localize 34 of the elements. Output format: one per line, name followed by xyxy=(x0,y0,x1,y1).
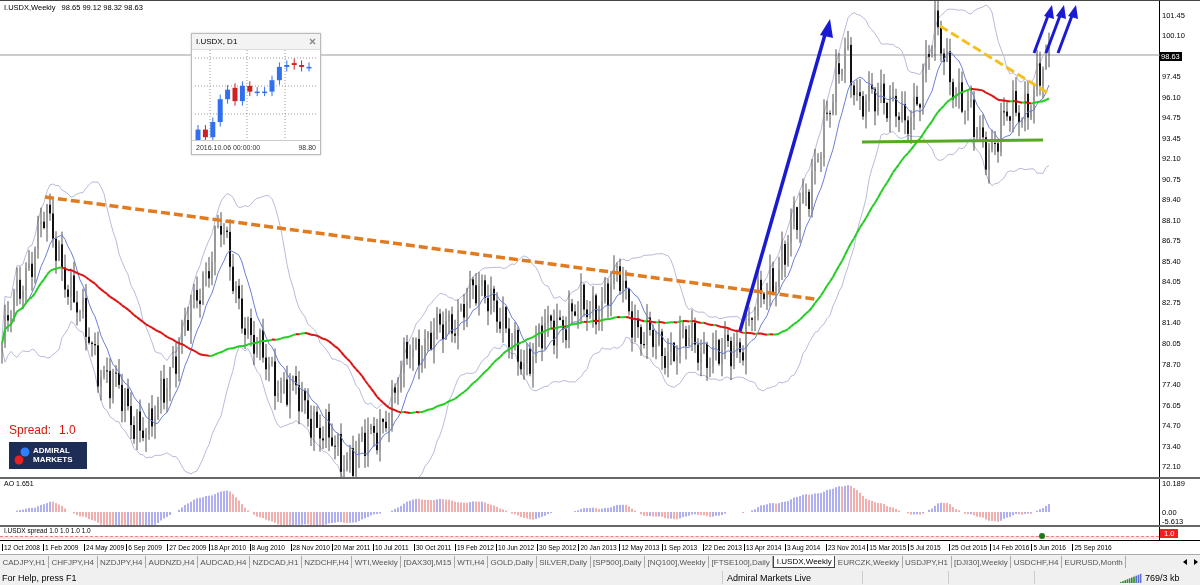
spread-label: Spread: xyxy=(9,423,52,437)
chart-tab[interactable]: CHFJPY,H4 xyxy=(49,556,98,569)
chart-tab[interactable]: EURCZK,Weekly xyxy=(835,556,903,569)
chart-tab[interactable]: WTI,H4 xyxy=(454,556,488,569)
dot-icon xyxy=(1039,533,1045,539)
chart-tab[interactable]: [NQ100],Weekly xyxy=(645,556,710,569)
chart-tab[interactable]: USDJPY,H1 xyxy=(902,556,952,569)
scroll-right-icon[interactable] xyxy=(1192,558,1200,567)
chart-tab[interactable]: AUDNZD,H4 xyxy=(146,556,198,569)
spread-value: 1.0 xyxy=(59,423,76,437)
chart-tab[interactable]: CADJPY,H1 xyxy=(0,556,49,569)
chart-tab[interactable]: NZDCAD,H1 xyxy=(250,556,302,569)
chart-tab[interactable]: [DJI30],Weekly xyxy=(951,556,1012,569)
chart-tab[interactable]: WTI,Weekly xyxy=(352,556,402,569)
traffic-text: 769/3 kb xyxy=(1145,572,1180,583)
dots-icon xyxy=(14,446,30,465)
logo-text: ADMIRAL MARKETS xyxy=(33,447,73,464)
up-arrows-drawing xyxy=(1032,5,1078,54)
chart-tab[interactable]: USDCHF,H4 xyxy=(1011,556,1063,569)
connection-bars-icon xyxy=(1120,572,1142,583)
chart-tab[interactable]: [SP500],Daily xyxy=(590,556,645,569)
chart-tab[interactable]: AUDCAD,H4 xyxy=(197,556,251,569)
server-name: Admiral Markets Live xyxy=(722,571,862,585)
chart-tab[interactable]: GOLD,Daily xyxy=(487,556,537,569)
scroll-left-icon[interactable] xyxy=(1181,558,1189,567)
chart-tab[interactable]: I.USDX,Weekly xyxy=(773,556,836,569)
chart-tab[interactable]: NZDJPY,H4 xyxy=(97,556,147,569)
close-icon[interactable] xyxy=(309,38,316,45)
chart-tab[interactable]: [DAX30],M15 xyxy=(401,556,455,569)
mini-chart-title: I.USDX, D1 xyxy=(196,37,238,46)
chart-tab[interactable]: NZDCHF,H4 xyxy=(301,556,353,569)
chart-tab[interactable]: EURUSD,Month xyxy=(1062,556,1127,569)
chart-tab[interactable]: SILVER,Daily xyxy=(536,556,591,569)
help-text: For Help, press F1 xyxy=(1,572,78,583)
